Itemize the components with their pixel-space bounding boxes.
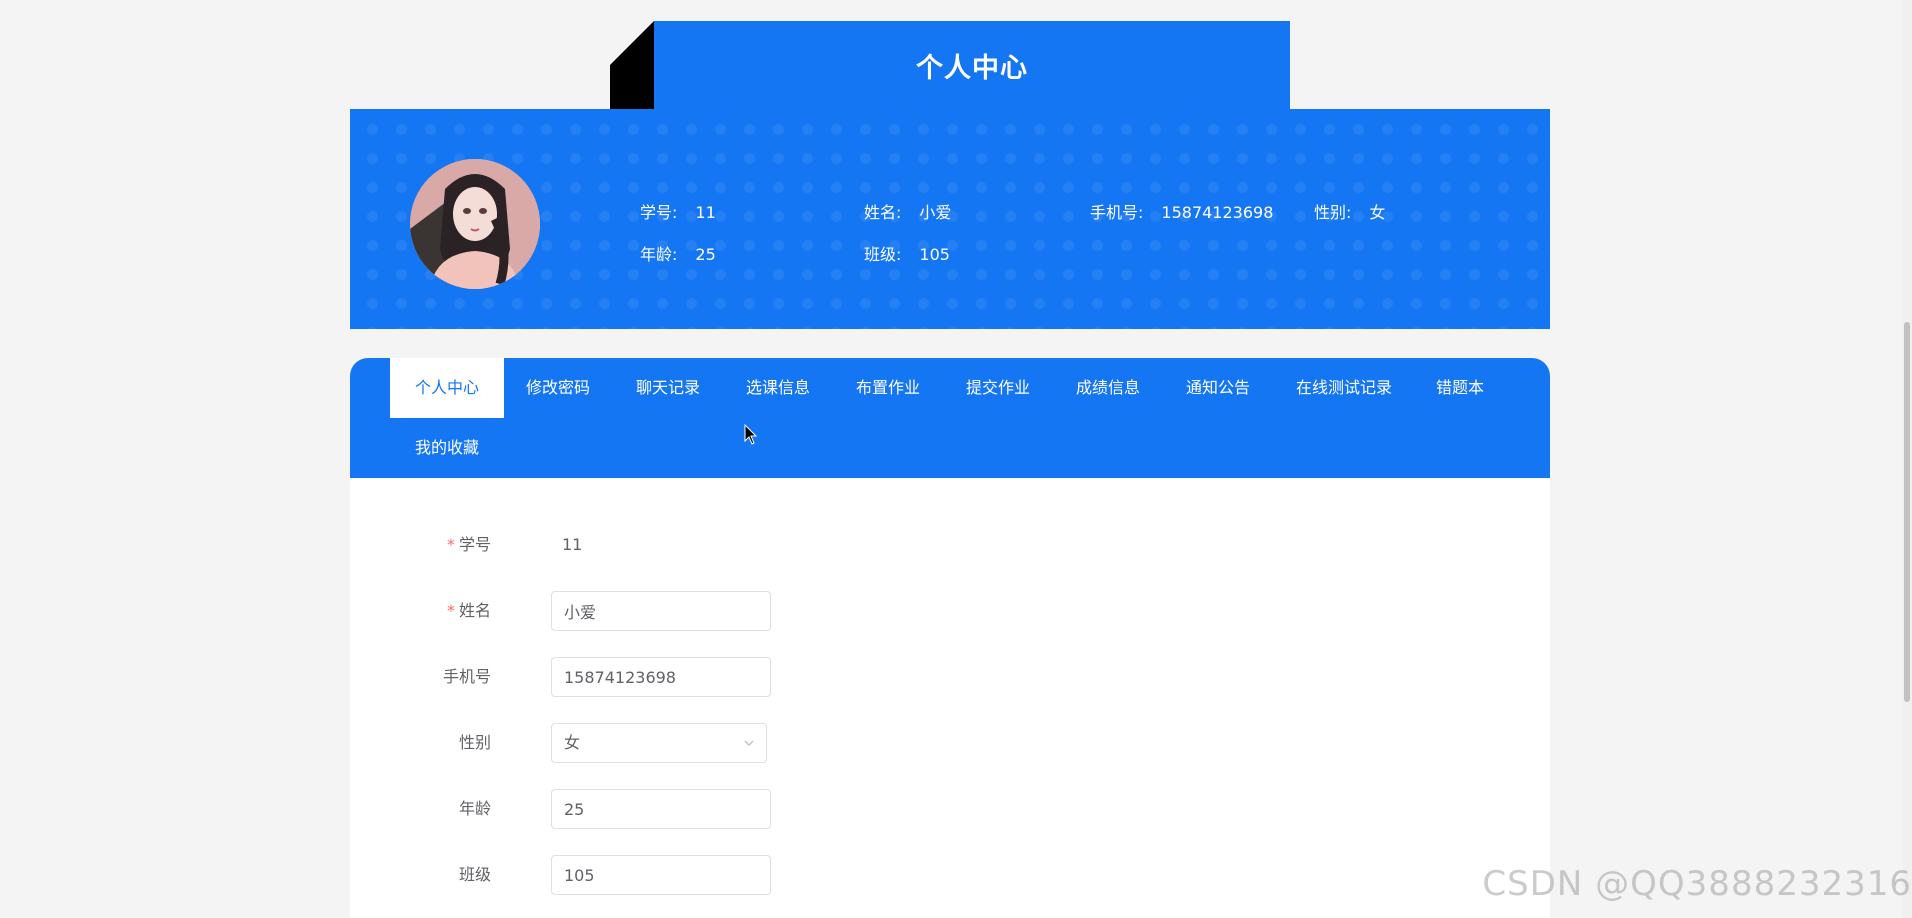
chevron-down-icon [742,724,756,762]
tab-bar: 个人中心 修改密码 聊天记录 选课信息 布置作业 提交作业 成绩信息 通知公告 在线测试记录 错题… [350,358,1550,478]
form-row-student-id: * 学号 11 [350,525,950,565]
profile-label: 性别: [1314,203,1352,222]
profile-banner: 学号: 11 姓名: 小爱 手机号: 15874123698 性别: 女 年龄: 25 班… [350,109,1550,329]
student-id-label: * 学号 [447,525,491,565]
class-input[interactable] [551,855,771,895]
profile-form: *学号 11 *姓名 手机号 性别 女 年龄 班级 [350,478,1550,918]
mouse-cursor-icon [744,423,758,446]
scrollbar-thumb[interactable] [1904,322,1910,702]
tab-course-selection[interactable]: 选课信息 [721,358,835,418]
form-row-age: 年龄 [350,789,950,829]
tab-favorites[interactable]: 我的收藏 [390,418,504,478]
profile-value: 105 [919,245,950,264]
student-id-value: 11 [562,535,583,554]
profile-value: 15874123698 [1161,203,1274,222]
watermark: CSDN @QQ3888232316 [1482,864,1912,904]
label-text: 姓名 [458,601,491,620]
tab-personal-center[interactable]: 个人中心 [390,358,505,418]
tab-online-test-records[interactable]: 在线测试记录 [1271,358,1417,418]
required-mark: * [446,535,455,554]
profile-label: 手机号: [1090,203,1144,222]
phone-input[interactable] [551,657,771,697]
profile-value: 女 [1369,203,1386,222]
profile-label: 年龄: [640,245,678,264]
form-row-gender: 性别 女 [350,723,950,763]
profile-student-id: 学号: 11 [640,199,716,223]
profile-class: 班级: 105 [864,241,950,265]
form-row-name: * 姓名 [350,591,950,631]
tab-chat-records[interactable]: 聊天记录 [611,358,725,418]
label-text: 学号 [458,535,491,554]
age-input[interactable] [551,789,771,829]
gender-label: 性别 [458,733,491,752]
profile-gender: 性别: 女 [1314,199,1385,223]
tab-assign-homework[interactable]: 布置作业 [831,358,945,418]
name-label: * 姓名 [447,591,491,631]
gender-selected-value: 女 [564,733,581,752]
class-label: 班级 [458,865,491,884]
page-scrollbar[interactable] [1902,0,1912,918]
form-row-class: 班级 [350,855,950,895]
age-label: 年龄 [458,799,491,818]
profile-name: 姓名: 小爱 [864,199,951,223]
required-mark: * [446,601,455,620]
profile-value: 小爱 [919,203,952,222]
tab-change-password[interactable]: 修改密码 [501,358,615,418]
name-input[interactable] [551,591,771,631]
tab-announcements[interactable]: 通知公告 [1161,358,1275,418]
tab-wrong-questions[interactable]: 错题本 [1411,358,1509,418]
page-title: 个人中心 [654,21,1290,109]
profile-label: 学号: [640,203,678,222]
profile-value: 11 [695,203,716,222]
profile-phone: 手机号: 15874123698 [1090,199,1273,223]
gender-select[interactable]: 女 [551,723,767,763]
phone-label: 手机号 [442,667,491,686]
tab-submit-homework[interactable]: 提交作业 [941,358,1055,418]
profile-label: 姓名: [864,203,902,222]
profile-label: 班级: [864,245,902,264]
tab-grades[interactable]: 成绩信息 [1051,358,1165,418]
title-fold-decoration [610,21,654,109]
profile-age: 年龄: 25 [640,241,716,265]
form-row-phone: 手机号 [350,657,950,697]
profile-value: 25 [695,245,716,264]
avatar [410,159,540,289]
